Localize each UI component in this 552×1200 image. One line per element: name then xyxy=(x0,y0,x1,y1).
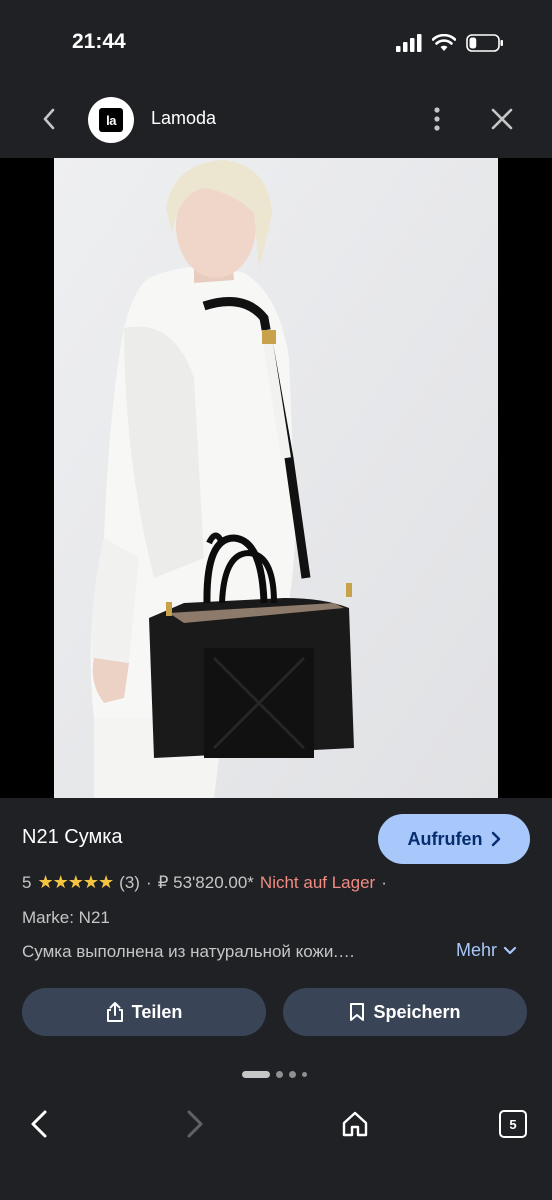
carousel-dot xyxy=(289,1071,296,1078)
rating-value: 5 xyxy=(22,872,32,892)
status-time: 21:44 xyxy=(72,30,126,53)
review-count: (3) xyxy=(119,872,140,892)
brand-label: Marke: N21 xyxy=(22,908,110,927)
product-description: Сумка выполнена из натуральной кожи.… xyxy=(22,942,356,961)
carousel-dot xyxy=(302,1072,307,1077)
product-image-area xyxy=(0,158,552,798)
home-button[interactable] xyxy=(328,1094,382,1154)
carousel-dot-active xyxy=(242,1071,270,1078)
product-meta-row: 5 ★★★★★ (3) · ₽ 53'820.00* Nicht auf Lag… xyxy=(22,872,387,893)
browser-back-button[interactable] xyxy=(12,1094,66,1154)
save-label: Speichern xyxy=(373,1001,461,1022)
tab-count: 5 xyxy=(499,1110,527,1138)
visit-button[interactable]: Aufrufen xyxy=(378,814,530,864)
more-options-button[interactable] xyxy=(418,100,456,138)
more-label: Mehr xyxy=(456,940,498,960)
battery-icon xyxy=(466,34,503,52)
close-button[interactable] xyxy=(483,100,521,138)
bookmark-icon xyxy=(350,1003,365,1021)
wifi-icon xyxy=(432,34,456,51)
share-button[interactable]: Teilen xyxy=(22,988,266,1036)
browser-toolbar: 5 xyxy=(0,1094,552,1154)
separator-dot: · xyxy=(145,872,152,892)
more-details-button[interactable]: Mehr xyxy=(456,940,517,961)
share-icon xyxy=(106,1002,123,1022)
back-button[interactable] xyxy=(30,100,68,138)
product-title: N21 Сумка xyxy=(22,826,123,848)
status-icons xyxy=(396,33,504,53)
cellular-signal-icon xyxy=(396,34,422,52)
chevron-down-icon xyxy=(503,946,517,955)
product-photo[interactable] xyxy=(54,158,498,798)
tabs-button[interactable]: 5 xyxy=(486,1094,540,1154)
lens-result-header: la Lamoda xyxy=(0,82,552,158)
chevron-right-icon xyxy=(491,831,500,847)
share-label: Teilen xyxy=(131,1001,183,1022)
home-icon xyxy=(342,1111,368,1137)
site-name[interactable]: Lamoda xyxy=(151,108,216,129)
chevron-right-icon xyxy=(187,1110,203,1138)
carousel-indicator xyxy=(242,1071,307,1078)
chevron-left-icon xyxy=(43,108,55,130)
separator-dot: · xyxy=(381,872,387,892)
visit-button-label: Aufrufen xyxy=(407,828,483,849)
browser-forward-button[interactable] xyxy=(168,1094,222,1154)
price: ₽ 53'820.00* xyxy=(157,872,254,892)
chevron-left-icon xyxy=(31,1110,47,1138)
site-logo[interactable]: la xyxy=(88,97,134,143)
more-vert-icon xyxy=(434,107,440,131)
availability-status: Nicht auf Lager xyxy=(259,872,376,892)
save-button[interactable]: Speichern xyxy=(283,988,527,1036)
site-logo-mark: la xyxy=(99,108,123,132)
close-icon xyxy=(491,108,513,130)
carousel-dot xyxy=(276,1071,283,1078)
rating-stars: ★★★★★ xyxy=(37,872,114,892)
